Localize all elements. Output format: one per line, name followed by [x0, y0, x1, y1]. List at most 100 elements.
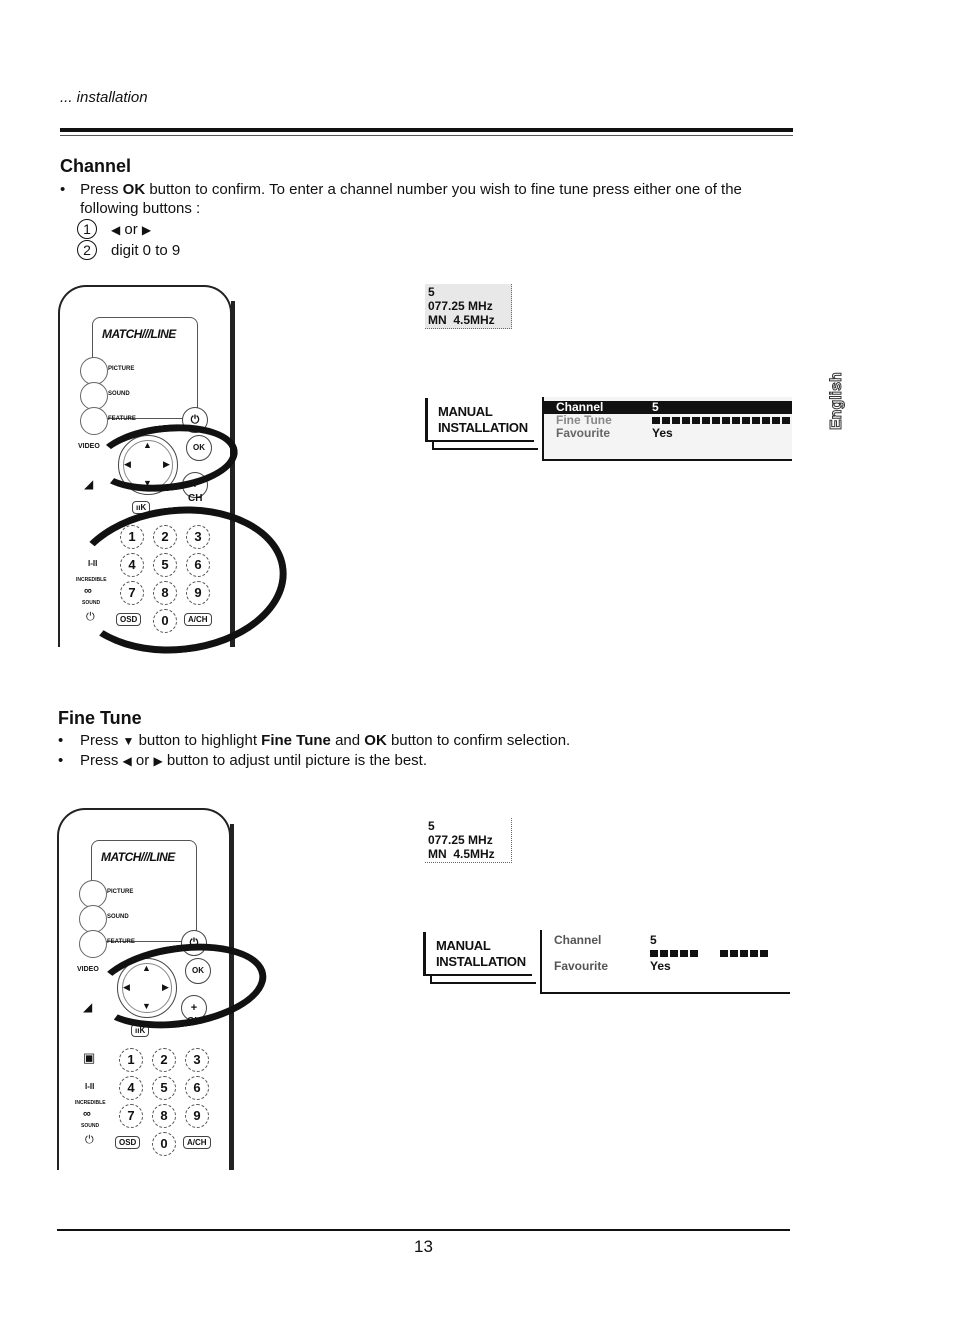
- digit-1-button: 1: [120, 525, 144, 549]
- ok-keyword: OK: [364, 732, 387, 749]
- right-arrow-icon: ▶: [162, 982, 169, 992]
- ok-keyword: OK: [122, 181, 146, 198]
- digit-7-button: 7: [120, 581, 144, 605]
- menu-row-favourite[interactable]: Favourite Yes: [544, 427, 792, 440]
- bullet: •: [60, 181, 66, 198]
- text: and: [330, 732, 365, 749]
- channel-info-osd-2: 5 077.25 MHz MN 4.5MHz: [425, 818, 512, 863]
- fine-tune-bar: [652, 417, 790, 424]
- bullet: •: [58, 732, 64, 749]
- bar-segment: [650, 950, 658, 957]
- manual-installation-menu: Channel 5 Fine Tune Favourite Yes: [542, 397, 792, 461]
- bar-segment: [692, 417, 700, 424]
- option-1: 1 ◀ or ▶: [60, 219, 800, 240]
- sound-button: [79, 905, 107, 933]
- osd-system: MN 4.5MHz: [428, 847, 495, 861]
- right-arrow-icon: ▶: [153, 754, 163, 768]
- text: Press: [80, 752, 123, 769]
- digit-2-button: 2: [152, 1048, 176, 1072]
- osd-frequency: 077.25 MHz: [428, 833, 493, 847]
- mute-button: ııK: [131, 1024, 150, 1037]
- dpad: ▲ ▼ ◀ ▶: [117, 958, 177, 1018]
- fine-tune-bullet-2: • Press ◀ or ▶ button to adjust until pic…: [58, 751, 798, 771]
- sound-label: SOUND: [107, 914, 129, 920]
- left-arrow-icon: ◀: [111, 223, 121, 237]
- bar-segment: [690, 950, 698, 957]
- option-marker-1: 1: [77, 219, 97, 239]
- incredible-label: INCREDIBLE: [76, 577, 107, 583]
- digit-0-button: 0: [153, 609, 177, 633]
- bar-segment: [712, 417, 720, 424]
- option-2: 2 digit 0 to 9: [60, 240, 800, 260]
- dual-label: I-II: [85, 1082, 95, 1091]
- bar-segment: [662, 417, 670, 424]
- feature-button: [79, 930, 107, 958]
- bar-segment: [750, 950, 758, 957]
- fine-tune-heading: Fine Tune: [58, 708, 142, 728]
- channel-heading: Channel: [60, 156, 132, 176]
- row-label: Fine Tune: [556, 413, 612, 427]
- highlight-ring-dpad: [88, 933, 272, 1039]
- row-label: Favourite: [554, 959, 609, 973]
- video-label: VIDEO: [78, 443, 100, 450]
- text: button to confirm. To enter a channel nu…: [80, 181, 742, 217]
- bar-segment: [772, 417, 780, 424]
- bar-segment: [752, 417, 760, 424]
- picture-label: PICTURE: [108, 366, 135, 372]
- osd-channel-number: 5: [428, 819, 435, 833]
- right-arrow-icon: ▶: [163, 459, 170, 469]
- volume-icon: ◢: [84, 477, 94, 491]
- ach-button: A/CH: [184, 613, 212, 626]
- mute-button: ııK: [132, 501, 151, 514]
- bar-segment: [670, 950, 678, 957]
- page-number: 13: [414, 1237, 433, 1256]
- video-label: VIDEO: [77, 966, 99, 973]
- bar-gap: [710, 950, 718, 957]
- bar-segment: [732, 417, 740, 424]
- bar-segment: [680, 950, 688, 957]
- up-arrow-icon: ▲: [142, 963, 151, 973]
- picture-button: [79, 880, 107, 908]
- digit-6-button: 6: [185, 1076, 209, 1100]
- menu-row-favourite[interactable]: Favourite Yes: [542, 960, 790, 973]
- screen-format-icon: ▣: [83, 1050, 96, 1065]
- volume-icon: ◢: [83, 1000, 93, 1014]
- brand-logo: MATCH///LINE: [101, 850, 175, 864]
- right-arrow-icon: ▶: [141, 223, 152, 237]
- down-arrow-icon: ▼: [143, 478, 152, 488]
- fine-tune-bullet-1: • Press ▼ button to highlight Fine Tune a…: [58, 731, 798, 751]
- osd-system: MN 4.5MHz: [428, 313, 495, 327]
- remote-control-illustration: MATCH///LINE PICTURE SOUND FEATURE VIDEO…: [58, 285, 295, 665]
- manual-installation-label: MANUAL INSTALLATION: [425, 398, 538, 450]
- ch-label: CH: [188, 493, 203, 504]
- footer-rule: [57, 1229, 790, 1231]
- option-marker-2: 2: [77, 240, 97, 260]
- osd-button: OSD: [115, 1136, 141, 1149]
- channel-info-osd: 5 077.25 MHz MN 4.5MHz: [425, 284, 512, 329]
- text: Press: [80, 181, 123, 198]
- ok-button: OK: [185, 958, 211, 984]
- bar-segment: [720, 950, 728, 957]
- text: or: [120, 221, 142, 238]
- surround-icon: ∞: [83, 1108, 91, 1120]
- header-rule-thin: [60, 135, 793, 136]
- bar-segment: [652, 417, 660, 424]
- bar-segment: [730, 950, 738, 957]
- fine-tune-keyword: Fine Tune: [261, 732, 331, 749]
- sound-button: [80, 382, 108, 410]
- row-value: 5: [650, 933, 657, 947]
- surround-icon: ∞: [84, 585, 92, 597]
- bar-segment: [722, 417, 730, 424]
- manual-installation-menu-2: Channel 5 Favourite Yes: [540, 930, 790, 994]
- text: button to highlight: [134, 732, 262, 749]
- row-label: Favourite: [556, 426, 611, 440]
- digit-3-button: 3: [186, 525, 210, 549]
- menu-row-channel[interactable]: Channel 5: [542, 934, 790, 947]
- picture-label: PICTURE: [107, 889, 134, 895]
- down-arrow-icon: ▼: [122, 734, 135, 748]
- label-line-1: MANUAL: [438, 404, 493, 419]
- bar-segment: [682, 417, 690, 424]
- digit-8-button: 8: [153, 581, 177, 605]
- left-arrow-icon: ◀: [124, 459, 131, 469]
- digit-0-button: 0: [152, 1132, 176, 1156]
